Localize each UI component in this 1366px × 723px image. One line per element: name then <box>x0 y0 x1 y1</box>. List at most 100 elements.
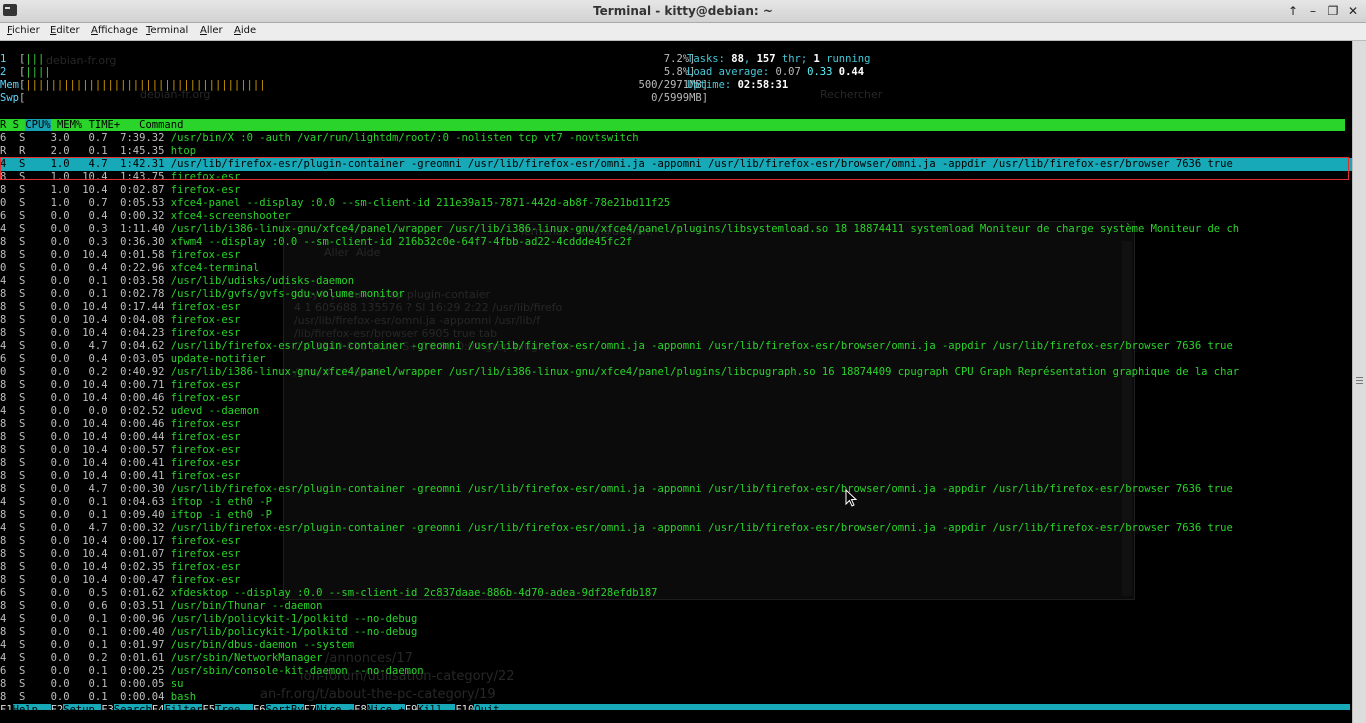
process-row[interactable]: 8 S 0.0 10.4 0:04.23 firefox-esr <box>0 327 1352 340</box>
menu-affichage[interactable]: Affichage <box>91 25 138 36</box>
process-row[interactable]: 6 S 0.0 0.1 0:00.25 /usr/sbin/console-ki… <box>0 665 1352 678</box>
fkey-f6[interactable]: F6 <box>252 704 266 710</box>
process-command: /usr/lib/firefox-esr/plugin-container -g… <box>170 483 1233 495</box>
process-row[interactable]: 8 S 0.0 10.4 0:01.07 firefox-esr <box>0 548 1352 561</box>
process-row[interactable]: 8 S 0.0 10.4 0:00.46 firefox-esr <box>0 418 1352 431</box>
fkey-label[interactable]: Tree <box>215 704 253 710</box>
fkey-label[interactable]: Nice - <box>316 704 354 710</box>
fkey-f5[interactable]: F5 <box>202 704 216 710</box>
process-command: firefox-esr <box>170 171 241 183</box>
process-row[interactable]: 8 S 0.0 0.1 0:02.78 /usr/lib/gvfs/gvfs-g… <box>0 288 1352 301</box>
fkey-label[interactable]: Kill <box>417 704 455 710</box>
process-cpu: 3.0 <box>37 132 70 144</box>
process-row[interactable]: 6 S 0.0 0.4 0:00.32 xfce4-screenshooter <box>0 210 1352 223</box>
fkey-label[interactable]: Nice + <box>367 704 405 710</box>
menu-editer[interactable]: Editer <box>50 25 80 36</box>
process-row[interactable]: 8 S 0.0 10.4 0:00.44 firefox-esr <box>0 431 1352 444</box>
fkey-label[interactable]: Setup <box>63 704 101 710</box>
process-row[interactable]: 4 S 0.0 0.1 0:01.97 /usr/bin/dbus-daemon… <box>0 639 1352 652</box>
process-row[interactable]: 8 S 0.0 10.4 0:04.08 firefox-esr <box>0 314 1352 327</box>
fkey-label[interactable]: Search <box>114 704 152 710</box>
fkey-f10[interactable]: F10 <box>455 704 475 710</box>
fkey-label[interactable]: SortBy <box>266 704 304 710</box>
process-row[interactable]: 8 S 0.0 10.4 0:00.41 firefox-esr <box>0 457 1352 470</box>
process-row[interactable]: 0 S 1.0 0.7 0:05.53 xfce4-panel --displa… <box>0 197 1352 210</box>
window-close-button[interactable]: ✕ <box>1344 2 1362 20</box>
process-cpu: 0.0 <box>37 288 70 300</box>
meter-value: 0/5999MB <box>651 92 702 104</box>
fkey-f4[interactable]: F4 <box>151 704 165 710</box>
menu-terminal[interactable]: Terminal <box>146 25 188 36</box>
process-cpu: 1.0 <box>37 158 70 170</box>
process-row[interactable]: 8 S 0.0 10.4 0:17.44 firefox-esr <box>0 301 1352 314</box>
column-header-time[interactable]: TIME+ <box>89 119 121 131</box>
process-row[interactable]: 8 S 0.0 10.4 0:00.71 firefox-esr <box>0 379 1352 392</box>
process-row[interactable]: 8 S 0.0 10.4 0:00.47 firefox-esr <box>0 574 1352 587</box>
meter-label: Mem <box>0 79 19 91</box>
fkey-f9[interactable]: F9 <box>404 704 418 710</box>
column-header-mem[interactable]: MEM% <box>57 119 82 131</box>
process-priority: 8 <box>0 574 13 586</box>
fkey-label[interactable]: Help <box>13 704 51 710</box>
menu-fichier[interactable]: Fichier <box>7 25 40 36</box>
process-row[interactable]: 8 S 0.0 0.3 0:36.30 xfwm4 --display :0.0… <box>0 236 1352 249</box>
process-time: 0:04.63 <box>113 496 165 508</box>
fkey-f2[interactable]: F2 <box>50 704 64 710</box>
window-minimize-button[interactable]: – <box>1304 2 1322 20</box>
process-row[interactable]: 8 S 0.0 10.4 0:01.58 firefox-esr <box>0 249 1352 262</box>
process-table-header[interactable]: R S CPU% MEM% TIME+ Command <box>0 119 1345 131</box>
process-row[interactable]: 4 S 0.0 0.3 1:11.40 /usr/lib/i386-linux-… <box>0 223 1352 236</box>
window-always-on-top-button[interactable]: ↑ <box>1284 2 1302 20</box>
process-time: 0:01.97 <box>113 639 165 651</box>
column-header-cpu[interactable]: CPU% <box>25 119 51 131</box>
process-row[interactable]: 4 S 0.0 0.1 0:03.58 /usr/lib/udisks/udis… <box>0 275 1352 288</box>
process-row[interactable]: 8 S 0.0 10.4 0:00.41 firefox-esr <box>0 470 1352 483</box>
process-row[interactable]: 8 S 0.0 10.4 0:02.35 firefox-esr <box>0 561 1352 574</box>
scrollbar-grip[interactable] <box>1356 361 1363 401</box>
process-row[interactable]: 6 S 0.0 0.4 0:03.05 update-notifier <box>0 353 1352 366</box>
window-maximize-button[interactable]: ❐ <box>1324 2 1342 20</box>
process-row[interactable]: 4 S 0.0 4.7 0:00.32 /usr/lib/firefox-esr… <box>0 522 1352 535</box>
process-row[interactable]: 8 S 0.0 4.7 0:00.30 /usr/lib/firefox-esr… <box>0 483 1352 496</box>
process-row[interactable]: 0 S 0.0 0.4 0:22.96 xfce4-terminal <box>0 262 1352 275</box>
fkey-f7[interactable]: F7 <box>303 704 317 710</box>
process-state: S <box>18 197 32 209</box>
process-row[interactable]: 8 S 0.0 10.4 0:00.46 firefox-esr <box>0 392 1352 405</box>
process-row[interactable]: 4 S 0.0 0.0 0:02.52 udevd --daemon <box>0 405 1352 418</box>
window-titlebar[interactable]: Terminal - kitty@debian: ~ ↑ – ❐ ✕ <box>0 0 1366 23</box>
process-row[interactable]: 4 S 0.0 0.1 0:04.63 iftop -i eth0 -P <box>0 496 1352 509</box>
process-row[interactable]: 6 S 3.0 0.7 7:39.32 /usr/bin/X :0 -auth … <box>0 132 1352 145</box>
column-header-command[interactable]: Command <box>139 119 183 131</box>
process-row[interactable]: 8 S 0.0 10.4 0:00.57 firefox-esr <box>0 444 1352 457</box>
process-priority: 4 <box>0 405 13 417</box>
process-row[interactable]: 4 S 0.0 0.1 0:00.96 /usr/lib/policykit-1… <box>0 613 1352 626</box>
process-row[interactable]: 8 S 0.0 0.6 0:03.51 /usr/bin/Thunar --da… <box>0 600 1352 613</box>
process-row[interactable]: 6 S 0.0 0.5 0:01.62 xfdesktop --display … <box>0 587 1352 600</box>
terminal-scrollbar[interactable] <box>1352 41 1366 723</box>
fkey-f1[interactable]: F1 <box>0 704 13 710</box>
menu-aide[interactable]: Aide <box>234 25 256 36</box>
fkey-label[interactable]: Quit <box>474 704 499 710</box>
process-command: udevd --daemon <box>170 405 260 417</box>
menu-aller[interactable]: Aller <box>200 25 223 36</box>
process-row[interactable]: R R 2.0 0.1 1:45.35 htop <box>0 145 1352 158</box>
process-row[interactable]: 0 S 0.0 0.2 0:40.92 /usr/lib/i386-linux-… <box>0 366 1352 379</box>
fkey-f8[interactable]: F8 <box>354 704 367 710</box>
process-row[interactable]: 4 S 0.0 0.2 0:01.61 /usr/sbin/NetworkMan… <box>0 652 1352 665</box>
process-row[interactable]: 8 S 0.0 0.1 0:09.40 iftop -i eth0 -P <box>0 509 1352 522</box>
process-priority: 8 <box>0 691 13 703</box>
fkey-label[interactable]: Filter <box>164 704 202 710</box>
process-priority: 8 <box>0 431 13 443</box>
process-row[interactable]: 4 S 1.0 4.7 1:42.31 /usr/lib/firefox-esr… <box>0 158 1352 171</box>
process-row[interactable]: 8 S 1.0 10.4 1:43.75 firefox-esr <box>0 171 1352 184</box>
process-row[interactable]: 8 S 0.0 0.1 0:00.40 /usr/lib/policykit-1… <box>0 626 1352 639</box>
terminal-area[interactable]: debian-fr.org debian-fr.org Rechercher T… <box>0 41 1352 710</box>
process-row[interactable]: 8 S 0.0 0.1 0:00.05 su <box>0 678 1352 691</box>
fkey-f3[interactable]: F3 <box>101 704 114 710</box>
process-row[interactable]: 4 S 0.0 4.7 0:04.62 /usr/lib/firefox-esr… <box>0 340 1352 353</box>
process-row[interactable]: 8 S 0.0 10.4 0:00.17 firefox-esr <box>0 535 1352 548</box>
process-row[interactable]: 8 S 1.0 10.4 0:02.87 firefox-esr <box>0 184 1352 197</box>
process-time: 0:00.40 <box>113 626 165 638</box>
process-row[interactable]: 8 S 0.0 0.1 0:00.04 bash <box>0 691 1352 704</box>
process-command: xfce4-panel --display :0.0 --sm-client-i… <box>170 197 671 209</box>
